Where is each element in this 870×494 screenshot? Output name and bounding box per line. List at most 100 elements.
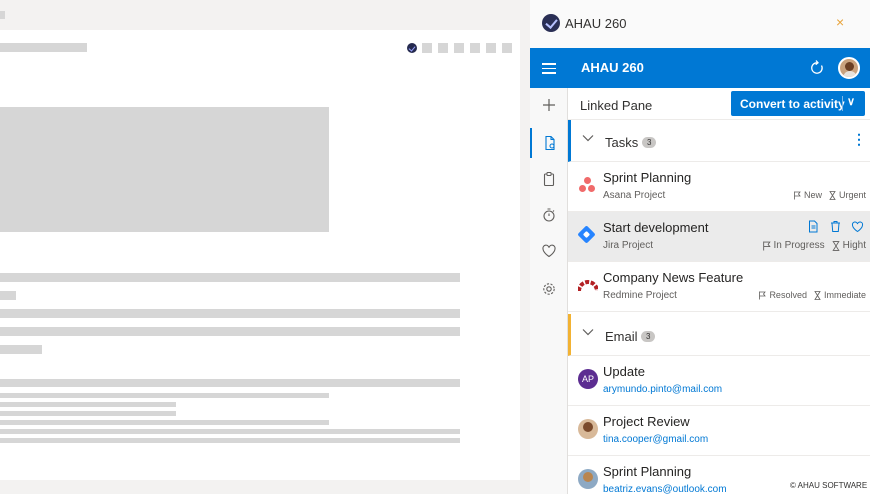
pane-title: AHAU 260 [565,16,627,31]
convert-label: Convert to activity [740,97,845,111]
trash-icon [831,221,840,232]
doc-placeholder [486,43,496,53]
hourglass-icon [814,290,821,300]
heart-icon [851,221,864,233]
doc-placeholder [422,43,432,53]
delete-button[interactable] [829,220,842,233]
linked-pane-tab[interactable] [530,128,568,158]
ahau-logo-icon [542,14,560,32]
settings-tab[interactable] [530,274,568,304]
flag-icon [762,241,771,250]
chevron-down-icon[interactable] [581,325,595,339]
count-badge: 3 [642,137,657,148]
doc-placeholder [0,327,460,336]
menu-icon [542,63,556,74]
task-priority: Immediate [823,290,866,300]
chevron-down-icon[interactable]: ∨ [847,95,855,108]
add-icon [543,99,555,111]
hourglass-icon [829,190,836,200]
doc-placeholder [454,43,464,53]
doc-placeholder [0,402,176,407]
doc-placeholder [0,438,460,443]
doc-placeholder [0,309,460,318]
document-link-icon [809,220,818,233]
email-subject: Project Review [603,414,690,429]
task-status: New [803,190,822,200]
doc-image-placeholder [0,107,329,232]
pane-header: AHAU 260 [568,48,870,88]
doc-placeholder [0,379,460,387]
heart-icon [542,244,556,258]
button-divider [842,96,843,111]
more-options-icon[interactable]: ⋮ [852,131,866,148]
task-item[interactable]: Start development Jira Project In Progre… [568,212,870,262]
document-link-icon [545,135,555,151]
menu-button[interactable] [530,48,568,88]
task-item[interactable]: Sprint Planning Asana Project New Urgent [568,162,870,212]
hourglass-icon [832,240,839,251]
open-details-button[interactable] [807,220,820,233]
doc-placeholder [0,393,329,398]
task-meta: In Progress Hight [762,240,866,251]
add-button[interactable] [530,90,568,120]
task-item[interactable]: Company News Feature Redmine Project Res… [568,262,870,312]
convert-to-activity-button[interactable]: Convert to activity ∨ [731,91,865,116]
doc-placeholder [0,429,460,434]
doc-placeholder [0,11,5,19]
refresh-icon [811,60,823,74]
sender-avatar: AP [578,369,598,389]
timer-tab[interactable] [530,200,568,230]
task-project: Asana Project [603,190,666,201]
email-item[interactable]: Project Review tina.cooper@gmail.com [568,406,870,456]
task-priority: Hight [842,240,866,251]
redmine-icon [577,276,599,294]
task-status: In Progress [773,240,825,251]
addin-pane: AHAU 260 × AHAU 260 Linked Pane Convert … [530,0,870,494]
doc-placeholder [0,43,87,52]
task-title: Start development [603,220,709,235]
doc-placeholder [0,291,16,300]
task-project: Jira Project [603,240,654,251]
section-label: Email [605,329,638,344]
linked-items-list: Tasks 3 ⋮ Sprint Planning Asana Project … [568,120,870,494]
tasks-section-header[interactable]: Tasks 3 ⋮ [568,120,870,162]
email-section-header[interactable]: Email 3 [568,314,870,356]
refresh-button[interactable] [807,58,827,78]
ahau-status-icon [407,43,417,53]
doc-placeholder [0,345,42,354]
task-meta: New Urgent [793,190,866,200]
doc-placeholder [502,43,512,53]
copyright-footer: © AHAU SOFTWARE [790,481,868,490]
timer-icon [543,208,555,222]
jira-icon [577,225,596,244]
task-priority: Urgent [838,190,866,200]
favorite-button[interactable] [851,220,864,233]
header-title: AHAU 260 [581,60,644,75]
section-label: Tasks [605,135,639,150]
linked-pane-label: Linked Pane [580,98,653,113]
email-subject: Sprint Planning [603,464,692,479]
asana-icon [578,176,596,194]
flag-icon [759,291,767,299]
email-subject: Update [603,364,645,379]
doc-placeholder [438,43,448,53]
email-item[interactable]: AP Update arymundo.pinto@mail.com [568,356,870,406]
side-rail [530,48,568,494]
task-status: Resolved [769,290,807,300]
linked-pane-bar: Linked Pane Convert to activity ∨ [568,88,870,120]
email-address[interactable]: arymundo.pinto@mail.com [603,384,722,395]
email-address[interactable]: beatriz.evans@outlook.com [603,484,727,494]
user-avatar[interactable] [838,57,860,79]
tasks-tab[interactable] [530,164,568,194]
email-address[interactable]: tina.cooper@gmail.com [603,434,708,445]
task-project: Redmine Project [603,290,677,301]
favorites-tab[interactable] [530,236,568,266]
sender-avatar [578,419,598,439]
doc-placeholder [0,420,329,425]
close-button[interactable]: × [836,14,844,30]
chevron-down-icon[interactable] [581,131,595,145]
settings-icon [543,283,555,295]
flag-icon [794,191,801,199]
pane-titlebar: AHAU 260 × [530,0,870,48]
document-preview [0,0,530,494]
